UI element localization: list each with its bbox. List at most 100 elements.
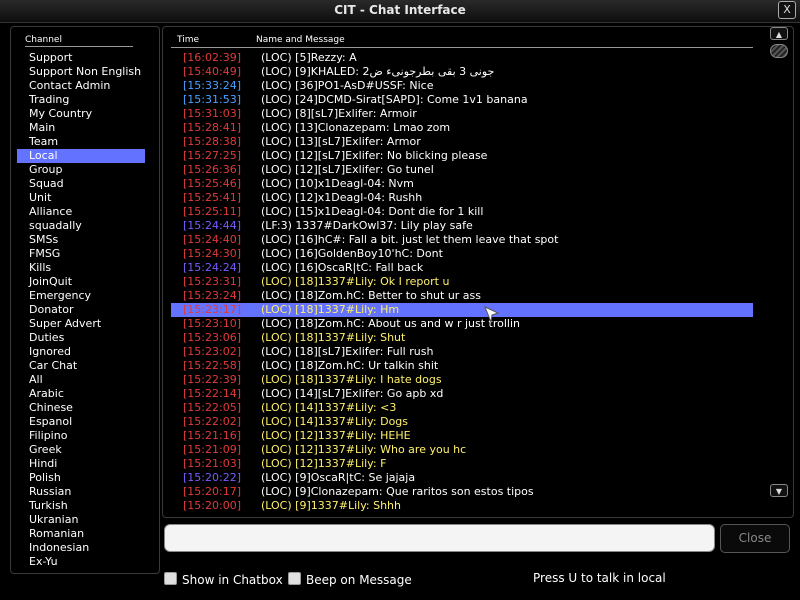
channel-item[interactable]: FMSG — [17, 247, 145, 261]
message-text: (LOC) [24]DCMD-Sirat[SAPD]: Come 1v1 ban… — [261, 93, 528, 106]
message-time: [15:21:03] — [183, 457, 241, 470]
message-row[interactable]: [15:25:41] (LOC) [12]x1Deagl-04: Rushh — [171, 191, 753, 205]
message-row[interactable]: [15:25:11] (LOC) [15]x1Deagl-04: Dont die… — [171, 205, 753, 219]
window-close-button[interactable]: X — [778, 1, 796, 19]
message-row[interactable]: [15:23:24] (LOC) [18]Zom.hC: Better to sh… — [171, 289, 753, 303]
channel-item[interactable]: Support Non English — [17, 65, 145, 79]
channel-item[interactable]: Team — [17, 135, 145, 149]
message-time: [15:23:02] — [183, 345, 241, 358]
show-in-chatbox-checkbox[interactable]: Show in Chatbox — [164, 572, 283, 587]
message-row[interactable]: [15:25:46] (LOC) [10]x1Deagl-04: Nvm — [171, 177, 753, 191]
message-row[interactable]: [15:20:17] (LOC) [9]Clonazepam: Que rarit… — [171, 485, 753, 499]
message-time: [15:22:02] — [183, 415, 241, 428]
message-row[interactable]: [15:24:24] (LOC) [16]OscaR|tC: Fall back — [171, 261, 753, 275]
channel-item[interactable]: Filipino — [17, 429, 145, 443]
channel-item[interactable]: Alliance — [17, 205, 145, 219]
message-time: [15:20:00] — [183, 499, 241, 512]
channel-item[interactable]: Romanian — [17, 527, 145, 541]
message-row[interactable]: [15:31:03] (LOC) [8][sL7]Exlifer: Armoir — [171, 107, 753, 121]
channel-item[interactable]: Russian — [17, 485, 145, 499]
message-row[interactable]: [15:21:16] (LOC) [12]1337#Lily: HEHE — [171, 429, 753, 443]
channel-item[interactable]: Hindi — [17, 457, 145, 471]
message-time: [15:25:11] — [183, 205, 241, 218]
channel-item[interactable]: Car Chat — [17, 359, 145, 373]
channel-item[interactable]: Duties — [17, 331, 145, 345]
message-time: [15:22:58] — [183, 359, 241, 372]
message-time: [15:27:25] — [183, 149, 241, 162]
message-row[interactable]: [15:33:24] (LOC) [36]PO1-AsD#USSF: Nice — [171, 79, 753, 93]
message-row[interactable]: [15:28:41] (LOC) [13]Clonazepam: Lmao zom — [171, 121, 753, 135]
channel-item[interactable]: Unit — [17, 191, 145, 205]
channel-item[interactable]: Turkish — [17, 499, 145, 513]
message-row[interactable]: [15:20:00] (LOC) [9]1337#Lily: Shhh — [171, 499, 753, 513]
message-text: (LOC) [18]Zom.hC: Better to shut ur ass — [261, 289, 482, 302]
message-row[interactable]: [15:23:06] (LOC) [18]1337#Lily: Shut — [171, 331, 753, 345]
close-button[interactable]: Close — [720, 524, 790, 553]
channel-item[interactable]: SMSs — [17, 233, 145, 247]
message-list: [16:02:39] (LOC) [5]Rezzy: A [15:40:49] (LO… — [171, 51, 753, 513]
channel-item[interactable]: JoinQuit — [17, 275, 145, 289]
message-row[interactable]: [15:22:05] (LOC) [14]1337#Lily: <3 — [171, 401, 753, 415]
chat-input[interactable] — [164, 524, 715, 552]
channel-item[interactable]: Indonesian — [17, 541, 145, 555]
message-row[interactable]: [15:24:44] (LF:3) 1337#DarkOwl37: Lily pl… — [171, 219, 753, 233]
message-text: (LOC) [12][sL7]Exlifer: Go tunel — [261, 163, 434, 176]
channel-item[interactable]: Emergency — [17, 289, 145, 303]
message-text: (LOC) [15]x1Deagl-04: Dont die for 1 kil… — [261, 205, 484, 218]
channel-item[interactable]: Espanol — [17, 415, 145, 429]
message-text: (LOC) [12]1337#Lily: F — [261, 457, 387, 470]
message-row[interactable]: [15:40:49] (LOC) [9]KHALED: جونى 3 بقى بط… — [171, 65, 753, 79]
channel-item[interactable]: Kills — [17, 261, 145, 275]
mouse-cursor-icon — [484, 306, 500, 324]
channel-item[interactable]: Ukranian — [17, 513, 145, 527]
message-row[interactable]: [15:27:25] (LOC) [12][sL7]Exlifer: No bli… — [171, 149, 753, 163]
scroll-down-button[interactable]: ▼ — [770, 484, 788, 497]
channel-item[interactable]: My Country — [17, 107, 145, 121]
message-row[interactable]: [15:23:31] (LOC) [18]1337#Lily: Ok I repo… — [171, 275, 753, 289]
channel-item[interactable]: Greek — [17, 443, 145, 457]
channel-item[interactable]: Ex-Yu — [17, 555, 145, 569]
message-row[interactable]: [15:24:40] (LOC) [16]hC#: Fall a bit. jus… — [171, 233, 753, 247]
message-row[interactable]: [15:21:03] (LOC) [12]1337#Lily: F — [171, 457, 753, 471]
channel-item[interactable]: Group — [17, 163, 145, 177]
checkbox-box[interactable] — [288, 572, 301, 585]
channel-item[interactable]: Main — [17, 121, 145, 135]
channel-item[interactable]: Chinese — [17, 401, 145, 415]
channel-item[interactable]: Donator — [17, 303, 145, 317]
message-row[interactable]: [16:02:39] (LOC) [5]Rezzy: A — [171, 51, 753, 65]
message-row[interactable]: [15:21:09] (LOC) [12]1337#Lily: Who are y… — [171, 443, 753, 457]
message-row[interactable]: [15:22:02] (LOC) [14]1337#Lily: Dogs — [171, 415, 753, 429]
message-row[interactable]: [15:22:58] (LOC) [18]Zom.hC: Ur talkin sh… — [171, 359, 753, 373]
channel-item[interactable]: Contact Admin — [17, 79, 145, 93]
channel-item[interactable]: Trading — [17, 93, 145, 107]
message-row[interactable]: [15:31:53] (LOC) [24]DCMD-Sirat[SAPD]: Co… — [171, 93, 753, 107]
message-row[interactable]: [15:20:22] (LOC) [9]OscaR|tC: Se jajaja — [171, 471, 753, 485]
channel-list: Support Support Non English Contact Admin T… — [17, 51, 145, 569]
scroll-up-button[interactable]: ▲ — [770, 27, 788, 40]
checkbox-box[interactable] — [164, 572, 177, 585]
message-row[interactable]: [15:23:10] (LOC) [18]Zom.hC: About us and… — [171, 317, 753, 331]
channel-item[interactable]: squadally — [17, 219, 145, 233]
scroll-thumb[interactable] — [770, 44, 788, 58]
message-scrollbar[interactable]: ▲ ▼ — [770, 27, 788, 497]
window-title: CIT - Chat Interface — [334, 3, 466, 17]
channel-item[interactable]: Local — [17, 149, 145, 163]
channel-item[interactable]: Arabic — [17, 387, 145, 401]
message-row[interactable]: [15:28:38] (LOC) [13][sL7]Exlifer: Armor — [171, 135, 753, 149]
channel-item[interactable]: Ignored — [17, 345, 145, 359]
message-row[interactable]: [15:22:39] (LOC) [18]1337#Lily: I hate do… — [171, 373, 753, 387]
message-row[interactable]: [15:23:02] (LOC) [18][sL7]Exlifer: Full r… — [171, 345, 753, 359]
channel-item[interactable]: Polish — [17, 471, 145, 485]
message-time: [15:24:40] — [183, 233, 241, 246]
channel-item[interactable]: All — [17, 373, 145, 387]
beep-on-message-checkbox[interactable]: Beep on Message — [288, 572, 412, 587]
message-row[interactable]: [15:24:30] (LOC) [16]GoldenBoy10'hC: Dont — [171, 247, 753, 261]
message-row[interactable]: [15:22:14] (LOC) [14][sL7]Exlifer: Go apb… — [171, 387, 753, 401]
channel-item[interactable]: Squad — [17, 177, 145, 191]
message-row[interactable]: [15:26:36] (LOC) [12][sL7]Exlifer: Go tun… — [171, 163, 753, 177]
channel-item[interactable]: Support — [17, 51, 145, 65]
channel-item[interactable]: Super Advert — [17, 317, 145, 331]
message-text: (LOC) [9]KHALED: جونى 3 بقى بطرجونىء ض2 — [261, 65, 495, 78]
message-row[interactable]: [15:23:17] (LOC) [18]1337#Lily: Hm — [171, 303, 753, 317]
message-text: (LOC) [12]1337#Lily: Who are you hc — [261, 443, 467, 456]
